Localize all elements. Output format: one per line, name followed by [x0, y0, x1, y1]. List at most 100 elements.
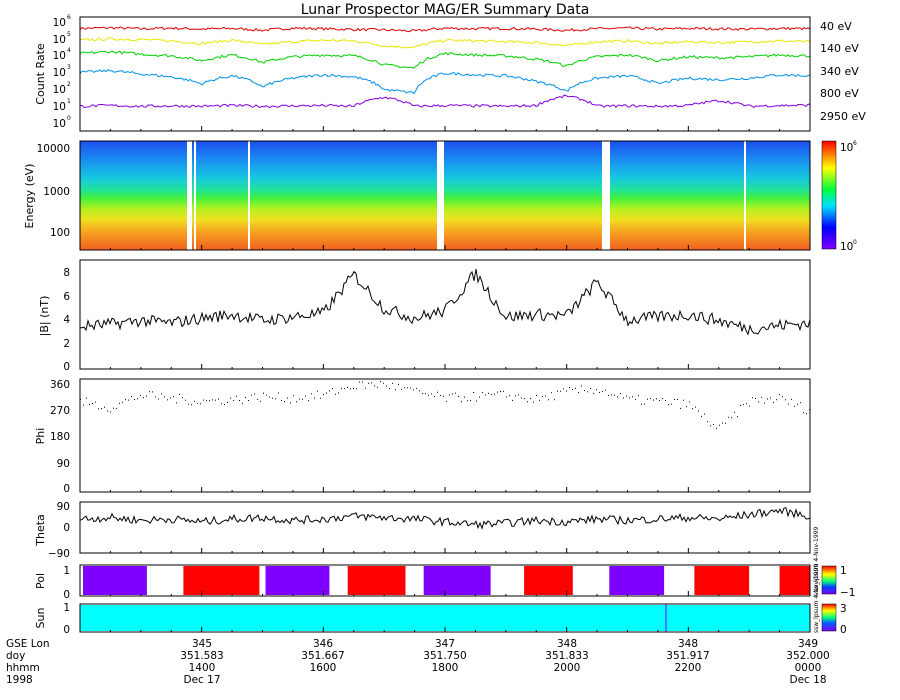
- phi-point: [629, 397, 630, 399]
- phi-point: [464, 396, 465, 398]
- phi-point: [662, 398, 663, 399]
- phi-point: [590, 387, 591, 389]
- summary-plot: Lunar Prospector MAG/ER Summary Data 10 …: [6, 2, 866, 686]
- phi-point: [446, 400, 447, 402]
- spectrogram-gap-0: [187, 141, 192, 250]
- phi-point: [425, 393, 426, 395]
- spectrogram-gap-3: [437, 141, 444, 250]
- phi-point: [686, 406, 687, 408]
- phi-point: [311, 393, 312, 395]
- phi-point: [767, 398, 768, 400]
- phi-point: [755, 398, 756, 399]
- phi-point: [182, 397, 183, 399]
- phi-point: [428, 394, 429, 396]
- phi-point: [431, 393, 432, 395]
- phi-point: [275, 398, 276, 400]
- phi-point: [695, 406, 696, 408]
- bmag-frame: [79, 259, 811, 370]
- phi-point: [131, 395, 132, 397]
- phi-point: [407, 387, 408, 389]
- phi-point: [356, 388, 357, 390]
- pol-segments: [83, 566, 810, 595]
- phi-point: [104, 406, 105, 408]
- phi-point: [722, 422, 723, 424]
- phi-point: [536, 395, 537, 396]
- count-series-0: [79, 26, 811, 33]
- phi-point: [773, 401, 774, 403]
- phi-point: [533, 401, 534, 403]
- phi-point: [788, 403, 789, 405]
- phi-point: [167, 399, 168, 401]
- xaxis-row-doy: doy: [6, 650, 25, 662]
- phi-point: [347, 386, 348, 388]
- phi-point: [113, 407, 114, 409]
- phi-tick-360: 360: [50, 379, 70, 391]
- phi-point: [125, 399, 126, 401]
- phi-point: [725, 422, 726, 424]
- phi-point: [392, 382, 393, 384]
- phi-tick-90: 90: [57, 458, 70, 470]
- phi-point: [803, 412, 804, 414]
- phi-point: [386, 385, 387, 387]
- phi-point: [467, 400, 468, 402]
- phi-point: [326, 392, 327, 394]
- sun-ylabel: Sun: [34, 608, 47, 629]
- phi-point: [677, 399, 678, 400]
- phi-point: [554, 399, 555, 401]
- count-tick-4: 10: [53, 50, 66, 62]
- energy-colorbar: [821, 140, 837, 250]
- phi-point: [155, 396, 156, 398]
- xtick-4-doy: 351.833: [545, 650, 588, 662]
- phi-point: [170, 397, 171, 399]
- phi-point: [461, 401, 462, 403]
- xtick-1-hhmm: 1400: [189, 662, 216, 674]
- phi-point: [209, 400, 210, 402]
- phi-point: [698, 410, 699, 412]
- xtick-3-doy: 351.750: [423, 650, 466, 662]
- phi-point: [797, 403, 798, 405]
- count-series-1: [79, 37, 811, 49]
- phi-point: [359, 381, 360, 383]
- phi-point: [707, 421, 708, 423]
- phi-point: [122, 401, 123, 403]
- phi-point: [650, 398, 651, 400]
- phi-point: [473, 392, 474, 393]
- xtick-2-lon: 346: [313, 638, 333, 650]
- theta-tick-90: 90: [57, 501, 70, 513]
- count-series-2: [79, 50, 811, 69]
- phi-point: [257, 398, 258, 400]
- phi-point: [218, 398, 219, 400]
- energy-tick-100: 100: [50, 227, 70, 239]
- xtick-6-hhmm: 0000: [795, 662, 822, 674]
- energy-ylabel: Energy (eV): [23, 164, 36, 229]
- phi-point: [674, 398, 675, 400]
- phi-point: [194, 400, 195, 402]
- phi-point: [434, 396, 435, 397]
- phi-point: [263, 392, 264, 394]
- phi-point: [737, 416, 738, 418]
- theta-frame: [79, 501, 811, 554]
- phi-point: [509, 395, 510, 397]
- phi-point: [215, 399, 216, 401]
- phi-point: [233, 400, 234, 402]
- phi-point: [551, 392, 552, 394]
- pol-segment-4: [423, 566, 491, 595]
- phi-point: [557, 390, 558, 392]
- phi-point: [398, 383, 399, 385]
- phi-point: [524, 398, 525, 400]
- phi-point: [158, 398, 159, 400]
- phi-point: [566, 390, 567, 392]
- phi-point: [596, 389, 597, 391]
- xtick-6-doy: 352.000: [786, 650, 829, 662]
- phi-point: [137, 398, 138, 400]
- phi-point: [320, 397, 321, 399]
- bmag-tick-8: 8: [63, 267, 70, 279]
- bmag-tick-0: 0: [63, 361, 70, 373]
- phi-point: [599, 391, 600, 393]
- phi-point: [341, 388, 342, 390]
- spectrogram-gap-2: [248, 141, 250, 250]
- phi-point: [107, 410, 108, 412]
- count-rate-panel: 10 6 10 5 10 4 10 3 10 2 10 1 10 0 Count…: [34, 14, 866, 132]
- phi-point: [746, 403, 747, 405]
- phi-point: [761, 396, 762, 398]
